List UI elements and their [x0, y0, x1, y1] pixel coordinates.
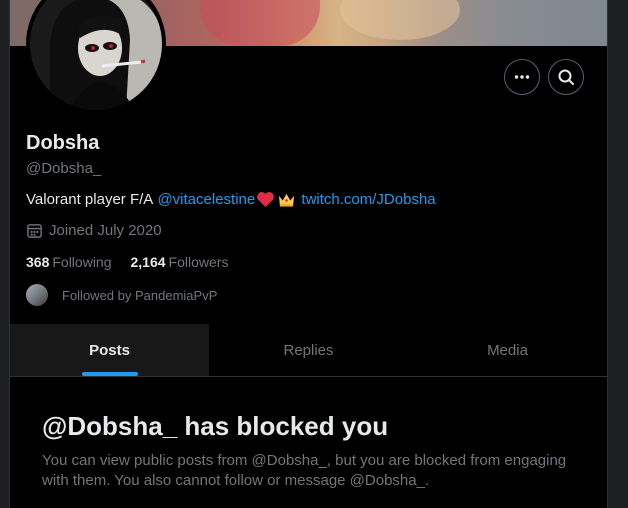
join-date: Joined July 2020 — [26, 222, 162, 239]
profile-bio: Valorant player F/A @vitacelestine twitc… — [26, 191, 436, 208]
crown-icon — [277, 191, 296, 208]
blocked-title: @Dobsha_ has blocked you — [42, 411, 389, 441]
followers-link[interactable]: 2,164 Followers — [131, 254, 229, 270]
followed-by-text: Followed by PandemiaPvP — [62, 287, 218, 303]
calendar-icon — [27, 224, 42, 238]
tab-replies[interactable]: Replies — [209, 324, 408, 376]
tab-media-label: Media — [487, 341, 528, 359]
following-link[interactable]: 368 Following — [26, 254, 112, 270]
blocked-description: You can view public posts from @Dobsha_,… — [42, 452, 567, 489]
following-count: 368 — [26, 254, 50, 270]
search-profile-button[interactable] — [548, 59, 584, 95]
avatar-illustration — [30, 0, 162, 110]
followers-label: Followers — [168, 254, 229, 270]
user-handle: @Dobsha_ — [26, 160, 102, 177]
heart-icon — [256, 191, 275, 208]
column-divider-right — [607, 0, 608, 508]
active-tab-indicator — [81, 372, 138, 376]
tab-posts[interactable]: Posts — [10, 324, 209, 376]
profile-page: Dobsha @Dobsha_ Valorant player F/A @vit… — [0, 0, 628, 508]
followed-by-link[interactable]: Followed by PandemiaPvP — [26, 284, 217, 306]
search-icon — [558, 69, 574, 85]
bio-mention-link[interactable]: @vitacelestine — [157, 191, 255, 208]
follow-stats: 368 Following 2,164 Followers — [26, 254, 228, 270]
right-gutter — [608, 0, 628, 508]
more-icon — [514, 75, 530, 79]
profile-avatar[interactable] — [26, 0, 166, 114]
following-label: Following — [52, 254, 112, 270]
more-options-button[interactable] — [504, 59, 540, 95]
profile-tabs: Posts Replies Media — [10, 324, 607, 377]
bio-website-link[interactable]: twitch.com/JDobsha — [301, 191, 435, 208]
blocked-notice: @Dobsha_ has blocked you You can view pu… — [10, 378, 607, 508]
followers-count: 2,164 — [130, 254, 166, 270]
join-date-text: Joined July 2020 — [49, 222, 162, 239]
tab-media[interactable]: Media — [408, 324, 607, 376]
follower-avatar — [26, 284, 48, 306]
display-name: Dobsha — [26, 132, 100, 154]
bio-text: Valorant player F/A — [26, 191, 154, 208]
tab-replies-label: Replies — [283, 341, 334, 359]
tab-posts-label: Posts — [89, 341, 130, 359]
